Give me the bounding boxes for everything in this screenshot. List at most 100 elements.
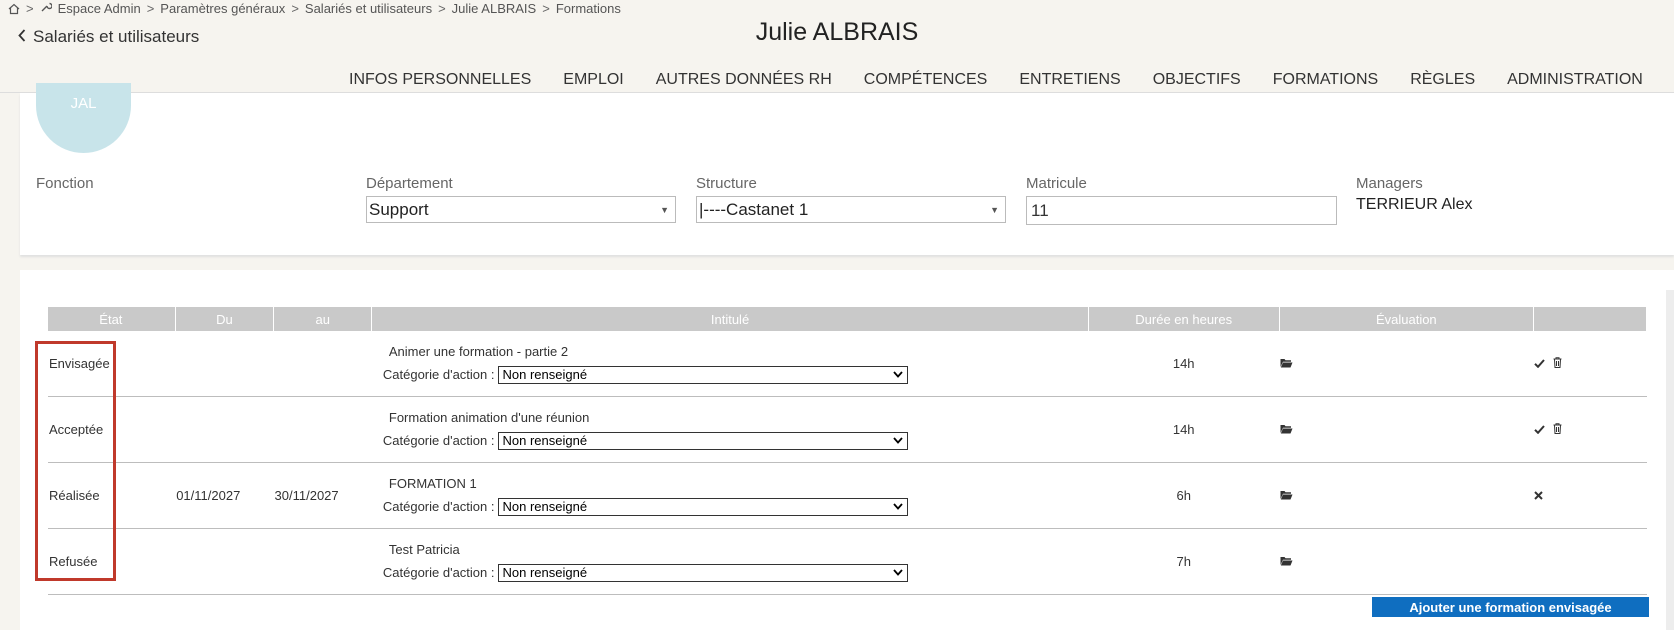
structure-field: Structure |----Castanet 1 ▼ xyxy=(696,175,1006,223)
cell-duree: 14h xyxy=(1088,331,1280,397)
home-icon[interactable] xyxy=(8,3,20,15)
cell-etat: Envisagée xyxy=(48,331,176,397)
matricule-field: Matricule 11 xyxy=(1026,175,1337,225)
cell-etat: Refusée xyxy=(48,528,176,595)
cell-duree: 7h xyxy=(1088,528,1280,595)
breadcrumb: > Espace Admin > Paramètres généraux > S… xyxy=(8,0,621,17)
category-group: Catégorie d'action : Non renseigné xyxy=(373,431,1087,450)
formation-title[interactable]: Animer une formation - partie 2 xyxy=(373,344,1087,359)
category-select-value: Non renseigné xyxy=(502,499,588,514)
category-group: Catégorie d'action : Non renseigné xyxy=(373,497,1087,516)
cell-etat: Réalisée xyxy=(48,462,176,529)
cell-au xyxy=(273,396,372,463)
chevron-down-icon xyxy=(892,503,903,510)
formation-title[interactable]: Test Patricia xyxy=(373,542,1087,557)
cell-evaluation xyxy=(1279,462,1534,529)
breadcrumb-item-salaries[interactable]: Salariés et utilisateurs xyxy=(305,1,432,16)
cell-evaluation xyxy=(1279,528,1534,595)
page-title: Julie ALBRAIS xyxy=(755,18,919,46)
category-select[interactable]: Non renseigné xyxy=(497,431,908,450)
departement-select[interactable]: Support ▼ xyxy=(366,196,676,223)
fonction-label: Fonction xyxy=(36,175,94,192)
category-group: Catégorie d'action : Non renseigné xyxy=(373,365,1087,384)
category-select[interactable]: Non renseigné xyxy=(497,365,908,384)
breadcrumb-separator: > xyxy=(26,1,34,16)
matricule-label: Matricule xyxy=(1026,175,1087,192)
trash-icon[interactable] xyxy=(1553,357,1562,368)
category-label: Catégorie d'action : xyxy=(382,499,495,514)
cell-du xyxy=(175,528,274,595)
breadcrumb-item-espace-admin[interactable]: Espace Admin xyxy=(58,1,141,16)
structure-label: Structure xyxy=(696,175,757,192)
departement-select-value: Support xyxy=(369,199,429,219)
formation-title[interactable]: Formation animation d'une réunion xyxy=(373,410,1087,425)
breadcrumb-item-employee[interactable]: Julie ALBRAIS xyxy=(452,1,537,16)
avatar-initials: JAL xyxy=(70,95,97,112)
table-row: Refusée Test Patricia Catégorie d'action… xyxy=(48,528,1647,595)
cell-au xyxy=(273,331,372,397)
cell-actions xyxy=(1533,396,1647,463)
chevron-down-icon xyxy=(892,371,903,378)
col-header-etat[interactable]: État xyxy=(48,307,176,331)
structure-select-value: |----Castanet 1 xyxy=(699,199,809,219)
check-icon[interactable] xyxy=(1534,359,1546,368)
formations-table: État Du au Intitulé Durée en heures Éval… xyxy=(48,307,1648,595)
formation-title[interactable]: FORMATION 1 xyxy=(373,476,1087,491)
managers-value: TERRIEUR Alex xyxy=(1356,196,1473,213)
chevron-down-icon xyxy=(892,437,903,444)
departement-field: Département Support ▼ xyxy=(366,175,676,223)
category-label: Catégorie d'action : xyxy=(382,433,495,448)
check-icon[interactable] xyxy=(1534,425,1546,434)
folder-icon[interactable] xyxy=(1280,490,1293,500)
trash-icon[interactable] xyxy=(1553,423,1562,434)
cell-du: 01/11/2027 xyxy=(175,462,274,529)
cell-au xyxy=(273,528,372,595)
category-label: Catégorie d'action : xyxy=(382,367,495,382)
avatar: JAL xyxy=(36,83,131,153)
scrollbar[interactable] xyxy=(1666,290,1674,630)
employee-info-card: JAL Fonction Département Support ▼ Struc… xyxy=(20,83,1674,255)
cell-intitule: FORMATION 1 Catégorie d'action : Non ren… xyxy=(371,462,1089,529)
structure-select[interactable]: |----Castanet 1 ▼ xyxy=(696,196,1006,223)
matricule-input[interactable]: 11 xyxy=(1026,196,1337,225)
cell-evaluation xyxy=(1279,396,1534,463)
cell-du xyxy=(175,396,274,463)
cell-duree: 14h xyxy=(1088,396,1280,463)
category-group: Catégorie d'action : Non renseigné xyxy=(373,563,1087,582)
table-row: Acceptée Formation animation d'une réuni… xyxy=(48,396,1647,463)
add-formation-button[interactable]: Ajouter une formation envisagée xyxy=(1372,597,1649,617)
folder-icon[interactable] xyxy=(1280,358,1293,368)
breadcrumb-separator: > xyxy=(291,1,299,16)
folder-icon[interactable] xyxy=(1280,424,1293,434)
departement-label: Département xyxy=(366,175,453,192)
formations-card: État Du au Intitulé Durée en heures Éval… xyxy=(20,270,1674,630)
breadcrumb-item-parametres[interactable]: Paramètres généraux xyxy=(160,1,285,16)
cell-au: 30/11/2027 xyxy=(273,462,372,529)
cell-duree: 6h xyxy=(1088,462,1280,529)
close-icon[interactable] xyxy=(1534,491,1544,500)
caret-down-icon: ▼ xyxy=(660,204,669,215)
cell-intitule: Animer une formation - partie 2 Catégori… xyxy=(371,331,1089,397)
folder-icon[interactable] xyxy=(1280,556,1293,566)
cell-etat: Acceptée xyxy=(48,396,176,463)
breadcrumb-separator: > xyxy=(542,1,550,16)
table-row: Réalisée 01/11/2027 30/11/2027 FORMATION… xyxy=(48,462,1647,529)
category-select[interactable]: Non renseigné xyxy=(497,563,908,582)
managers-label: Managers xyxy=(1356,175,1423,192)
wrench-icon xyxy=(40,1,53,16)
cell-evaluation xyxy=(1279,331,1534,397)
col-header-au[interactable]: au xyxy=(273,307,373,331)
category-select-value: Non renseigné xyxy=(502,367,588,382)
col-header-du[interactable]: Du xyxy=(175,307,275,331)
table-row: Envisagée Animer une formation - partie … xyxy=(48,331,1647,397)
cell-actions xyxy=(1533,528,1647,595)
cell-du xyxy=(175,331,274,397)
cell-actions xyxy=(1533,462,1647,529)
breadcrumb-separator: > xyxy=(146,1,155,16)
caret-down-icon: ▼ xyxy=(990,204,999,215)
col-header-intitule[interactable]: Intitulé xyxy=(371,307,1089,331)
category-label: Catégorie d'action : xyxy=(382,565,495,580)
col-header-evaluation[interactable]: Évaluation xyxy=(1279,307,1534,331)
col-header-duree[interactable]: Durée en heures xyxy=(1088,307,1280,331)
category-select[interactable]: Non renseigné xyxy=(497,497,908,516)
